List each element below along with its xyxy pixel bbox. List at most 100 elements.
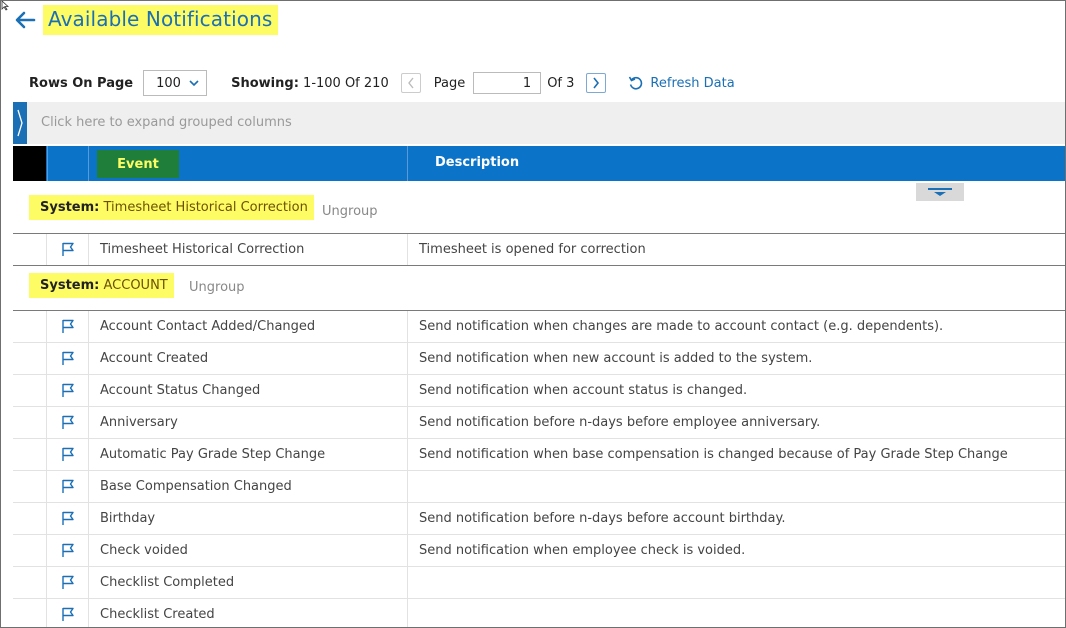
row-flag-cell — [47, 535, 89, 566]
row-flag-cell — [47, 503, 89, 534]
group-value: Timesheet Historical Correction — [103, 200, 308, 215]
showing-info: Showing: 1-100 Of 210 — [231, 76, 389, 91]
header-selector-cell — [13, 146, 46, 181]
flag-icon[interactable] — [61, 511, 75, 526]
flag-icon[interactable] — [61, 479, 75, 494]
flag-icon[interactable] — [61, 319, 75, 334]
event-cell: Anniversary — [89, 407, 408, 438]
row-selector-cell — [13, 234, 47, 265]
flag-icon[interactable] — [61, 242, 75, 257]
description-cell — [408, 567, 1065, 598]
description-cell — [408, 599, 1065, 627]
ungroup-button[interactable]: Ungroup — [189, 280, 245, 295]
chevron-right-icon — [593, 77, 600, 89]
flag-icon[interactable] — [61, 383, 75, 398]
grouped-columns-bar[interactable]: Click here to expand grouped columns — [13, 102, 1065, 144]
group-prefix: System: — [40, 200, 100, 215]
row-selector-cell — [13, 535, 47, 566]
table-row[interactable]: Birthday Send notification before n-days … — [13, 503, 1065, 535]
row-flag-cell — [47, 439, 89, 470]
row-flag-cell — [47, 311, 89, 342]
rows-per-page-value: 100 — [156, 75, 181, 91]
row-flag-cell — [47, 567, 89, 598]
row-selector-cell — [13, 343, 47, 374]
table-row[interactable]: Anniversary Send notification before n-da… — [13, 407, 1065, 439]
row-selector-cell — [13, 503, 47, 534]
table-row[interactable]: Checklist Created — [13, 599, 1065, 627]
mouse-cursor-icon — [1, 1, 10, 11]
row-flag-cell — [47, 407, 89, 438]
rows-per-page-select[interactable]: 100 — [143, 70, 208, 96]
event-cell: Account Status Changed — [89, 375, 408, 406]
row-selector-cell — [13, 375, 47, 406]
table-row[interactable]: Account Created Send notification when ne… — [13, 343, 1065, 375]
rows-on-page-label: Rows On Page — [29, 75, 134, 91]
expand-group-panel-button[interactable] — [13, 102, 27, 144]
page-label: Page — [433, 75, 466, 91]
showing-range: 1-100 Of 210 — [303, 75, 389, 91]
previous-page-button[interactable] — [400, 73, 421, 93]
table-row[interactable]: Timesheet Historical Correction Timeshee… — [13, 234, 1065, 265]
description-cell — [408, 471, 1065, 502]
flag-icon[interactable] — [61, 607, 75, 622]
group-label: System: ACCOUNT — [29, 273, 174, 298]
event-cell: Base Compensation Changed — [89, 471, 408, 502]
description-cell: Timesheet is opened for correction — [419, 242, 646, 257]
table-row[interactable]: Account Contact Added/Changed Send notifi… — [13, 311, 1065, 343]
refresh-data-label: Refresh Data — [650, 75, 735, 91]
row-flag-cell — [47, 234, 89, 265]
pagination-toolbar: Rows On Page 100 Showing: 1-100 Of 210 P… — [29, 69, 735, 97]
showing-label: Showing: — [231, 75, 299, 91]
group-divider — [13, 265, 1065, 266]
refresh-data-button[interactable]: Refresh Data — [628, 75, 735, 91]
grid-header: Event Description — [13, 146, 1065, 181]
group-value: ACCOUNT — [103, 278, 168, 293]
row-flag-cell — [47, 375, 89, 406]
row-flag-cell — [47, 471, 89, 502]
description-column-header[interactable]: Description — [435, 155, 519, 170]
header-divider — [47, 146, 48, 181]
ungroup-button[interactable]: Ungroup — [322, 204, 378, 219]
description-cell: Send notification when employee check is… — [419, 543, 746, 558]
event-cell: Account Created — [89, 343, 408, 374]
row-selector-cell — [13, 439, 47, 470]
description-cell: Send notification when new account is ad… — [419, 351, 813, 366]
event-column-header[interactable]: Event — [97, 150, 179, 178]
flag-icon[interactable] — [61, 415, 75, 430]
description-cell: Send notification when account status is… — [419, 383, 748, 398]
table-row[interactable]: Base Compensation Changed — [13, 471, 1065, 503]
description-cell: Send notification when changes are made … — [419, 319, 944, 334]
row-selector-cell — [13, 311, 47, 342]
refresh-icon — [629, 76, 643, 90]
notifications-window: Available Notifications Rows On Page 100… — [0, 0, 1066, 628]
back-button[interactable] — [13, 9, 37, 31]
row-flag-cell — [47, 599, 89, 627]
page-number-input[interactable] — [473, 72, 542, 94]
group-prefix: System: — [40, 278, 100, 293]
chevron-down-icon — [189, 79, 199, 86]
header-divider — [88, 146, 89, 181]
flag-icon[interactable] — [61, 575, 75, 590]
flag-icon[interactable] — [61, 351, 75, 366]
event-cell: Account Contact Added/Changed — [89, 311, 408, 342]
page-count-label: Of 3 — [547, 75, 575, 91]
next-page-button[interactable] — [586, 73, 607, 93]
event-cell: Timesheet Historical Correction — [89, 234, 408, 265]
arrow-left-icon — [15, 11, 36, 29]
title-bar: Available Notifications — [13, 5, 279, 35]
description-cell: Send notification before n-days before a… — [419, 511, 786, 526]
row-flag-cell — [47, 343, 89, 374]
table-row[interactable]: Check voided Send notification when emplo… — [13, 535, 1065, 567]
group-header: System: ACCOUNT Ungroup — [13, 265, 1065, 311]
flag-icon[interactable] — [61, 447, 75, 462]
row-selector-cell — [13, 567, 47, 598]
event-cell: Check voided — [89, 535, 408, 566]
description-cell: Send notification when base compensation… — [419, 447, 1008, 462]
flag-icon[interactable] — [61, 543, 75, 558]
table-row[interactable]: Automatic Pay Grade Step Change Send noti… — [13, 439, 1065, 471]
description-cell: Send notification before n-days before e… — [419, 415, 821, 430]
table-row[interactable]: Checklist Completed — [13, 567, 1065, 599]
group-header: System: Timesheet Historical Correction … — [13, 195, 1065, 234]
row-selector-cell — [13, 599, 47, 627]
table-row[interactable]: Account Status Changed Send notification … — [13, 375, 1065, 407]
